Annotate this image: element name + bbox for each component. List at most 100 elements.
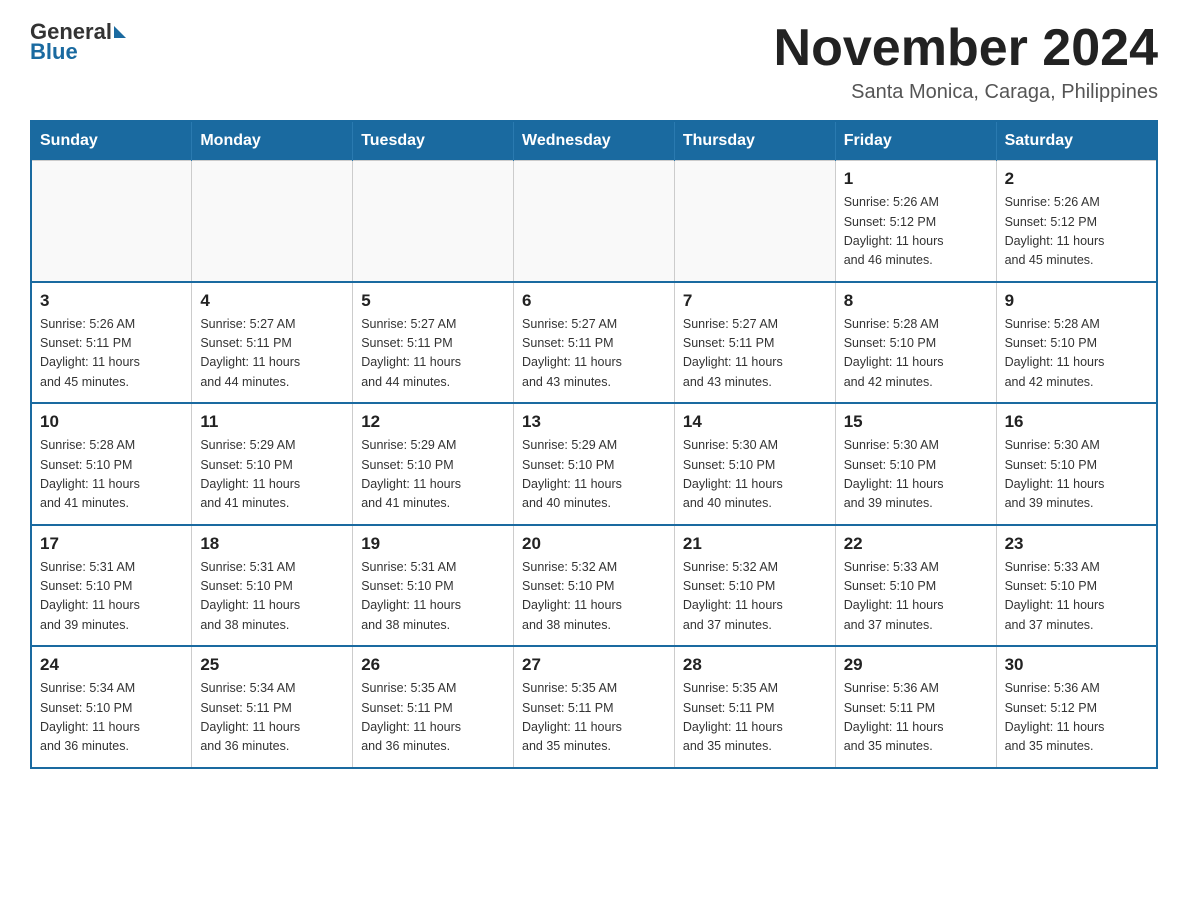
calendar-header-wednesday: Wednesday [514, 121, 675, 161]
day-number: 21 [683, 534, 827, 554]
calendar-cell: 19Sunrise: 5:31 AM Sunset: 5:10 PM Dayli… [353, 525, 514, 647]
calendar-cell: 14 Sunrise: 5:30 AM Sunset: 5:10 PM Dayli… [674, 403, 835, 525]
logo: General Blue [30, 20, 126, 64]
calendar-cell: 20Sunrise: 5:32 AM Sunset: 5:10 PM Dayli… [514, 525, 675, 647]
day-info: Sunrise: 5:26 AM Sunset: 5:12 PM Dayligh… [844, 193, 988, 271]
day-info: Sunrise: 5:34 AM Sunset: 5:10 PM Dayligh… [40, 679, 183, 757]
calendar-cell: 10 Sunrise: 5:28 AM Sunset: 5:10 PM Dayli… [31, 403, 192, 525]
day-number: 2 [1005, 169, 1148, 189]
location-subtitle: Santa Monica, Caraga, Philippines [774, 81, 1158, 104]
calendar-cell: 4 Sunrise: 5:27 AM Sunset: 5:11 PM Daylig… [192, 282, 353, 404]
calendar-cell: 28Sunrise: 5:35 AM Sunset: 5:11 PM Dayli… [674, 646, 835, 768]
calendar-cell: 22 Sunrise: 5:33 AM Sunset: 5:10 PM Dayli… [835, 525, 996, 647]
day-info: Sunrise: 5:31 AM Sunset: 5:10 PM Dayligh… [361, 558, 505, 636]
day-info: Sunrise: 5:28 AM Sunset: 5:10 PM Dayligh… [40, 436, 183, 514]
day-info: Sunrise: 5:27 AM Sunset: 5:11 PM Dayligh… [683, 315, 827, 393]
calendar-cell: 26 Sunrise: 5:35 AM Sunset: 5:11 PM Dayli… [353, 646, 514, 768]
day-info: Sunrise: 5:27 AM Sunset: 5:11 PM Dayligh… [361, 315, 505, 393]
calendar-header-saturday: Saturday [996, 121, 1157, 161]
calendar-cell: 24 Sunrise: 5:34 AM Sunset: 5:10 PM Dayli… [31, 646, 192, 768]
day-number: 7 [683, 291, 827, 311]
calendar-header-sunday: Sunday [31, 121, 192, 161]
calendar-cell: 21 Sunrise: 5:32 AM Sunset: 5:10 PM Dayli… [674, 525, 835, 647]
day-number: 1 [844, 169, 988, 189]
day-info: Sunrise: 5:26 AM Sunset: 5:11 PM Dayligh… [40, 315, 183, 393]
day-number: 6 [522, 291, 666, 311]
calendar-cell: 12Sunrise: 5:29 AM Sunset: 5:10 PM Dayli… [353, 403, 514, 525]
day-info: Sunrise: 5:35 AM Sunset: 5:11 PM Dayligh… [361, 679, 505, 757]
calendar-cell [353, 161, 514, 282]
day-info: Sunrise: 5:28 AM Sunset: 5:10 PM Dayligh… [1005, 315, 1148, 393]
day-number: 29 [844, 655, 988, 675]
calendar-week-row: 17 Sunrise: 5:31 AM Sunset: 5:10 PM Dayli… [31, 525, 1157, 647]
day-info: Sunrise: 5:29 AM Sunset: 5:10 PM Dayligh… [522, 436, 666, 514]
day-number: 26 [361, 655, 505, 675]
day-info: Sunrise: 5:27 AM Sunset: 5:11 PM Dayligh… [200, 315, 344, 393]
calendar-cell [31, 161, 192, 282]
calendar-table: SundayMondayTuesdayWednesdayThursdayFrid… [30, 120, 1158, 769]
calendar-cell: 8Sunrise: 5:28 AM Sunset: 5:10 PM Daylig… [835, 282, 996, 404]
calendar-cell: 11Sunrise: 5:29 AM Sunset: 5:10 PM Dayli… [192, 403, 353, 525]
day-number: 8 [844, 291, 988, 311]
day-number: 10 [40, 412, 183, 432]
calendar-header-friday: Friday [835, 121, 996, 161]
calendar-cell: 13 Sunrise: 5:29 AM Sunset: 5:10 PM Dayli… [514, 403, 675, 525]
day-info: Sunrise: 5:36 AM Sunset: 5:12 PM Dayligh… [1005, 679, 1148, 757]
day-number: 22 [844, 534, 988, 554]
day-number: 18 [200, 534, 344, 554]
day-number: 27 [522, 655, 666, 675]
page-header: General Blue November 2024 Santa Monica,… [30, 20, 1158, 104]
day-number: 16 [1005, 412, 1148, 432]
day-number: 4 [200, 291, 344, 311]
calendar-cell: 18 Sunrise: 5:31 AM Sunset: 5:10 PM Dayli… [192, 525, 353, 647]
day-number: 14 [683, 412, 827, 432]
day-number: 15 [844, 412, 988, 432]
calendar-header-monday: Monday [192, 121, 353, 161]
calendar-week-row: 24 Sunrise: 5:34 AM Sunset: 5:10 PM Dayli… [31, 646, 1157, 768]
calendar-cell [192, 161, 353, 282]
calendar-cell: 1 Sunrise: 5:26 AM Sunset: 5:12 PM Daylig… [835, 161, 996, 282]
day-number: 9 [1005, 291, 1148, 311]
calendar-cell: 15Sunrise: 5:30 AM Sunset: 5:10 PM Dayli… [835, 403, 996, 525]
title-block: November 2024 Santa Monica, Caraga, Phil… [774, 20, 1158, 104]
day-number: 12 [361, 412, 505, 432]
calendar-header-row: SundayMondayTuesdayWednesdayThursdayFrid… [31, 121, 1157, 161]
day-number: 25 [200, 655, 344, 675]
day-info: Sunrise: 5:31 AM Sunset: 5:10 PM Dayligh… [200, 558, 344, 636]
calendar-cell: 25Sunrise: 5:34 AM Sunset: 5:11 PM Dayli… [192, 646, 353, 768]
day-info: Sunrise: 5:30 AM Sunset: 5:10 PM Dayligh… [1005, 436, 1148, 514]
calendar-header-thursday: Thursday [674, 121, 835, 161]
day-info: Sunrise: 5:30 AM Sunset: 5:10 PM Dayligh… [683, 436, 827, 514]
day-number: 13 [522, 412, 666, 432]
calendar-cell: 7 Sunrise: 5:27 AM Sunset: 5:11 PM Daylig… [674, 282, 835, 404]
day-number: 23 [1005, 534, 1148, 554]
day-number: 3 [40, 291, 183, 311]
day-number: 24 [40, 655, 183, 675]
day-info: Sunrise: 5:31 AM Sunset: 5:10 PM Dayligh… [40, 558, 183, 636]
day-number: 30 [1005, 655, 1148, 675]
day-info: Sunrise: 5:32 AM Sunset: 5:10 PM Dayligh… [522, 558, 666, 636]
day-number: 17 [40, 534, 183, 554]
day-number: 28 [683, 655, 827, 675]
day-number: 5 [361, 291, 505, 311]
day-info: Sunrise: 5:32 AM Sunset: 5:10 PM Dayligh… [683, 558, 827, 636]
calendar-cell [674, 161, 835, 282]
day-info: Sunrise: 5:27 AM Sunset: 5:11 PM Dayligh… [522, 315, 666, 393]
calendar-cell: 16 Sunrise: 5:30 AM Sunset: 5:10 PM Dayli… [996, 403, 1157, 525]
calendar-cell: 17 Sunrise: 5:31 AM Sunset: 5:10 PM Dayli… [31, 525, 192, 647]
calendar-cell: 9 Sunrise: 5:28 AM Sunset: 5:10 PM Daylig… [996, 282, 1157, 404]
calendar-cell: 6 Sunrise: 5:27 AM Sunset: 5:11 PM Daylig… [514, 282, 675, 404]
day-info: Sunrise: 5:35 AM Sunset: 5:11 PM Dayligh… [522, 679, 666, 757]
calendar-cell: 23 Sunrise: 5:33 AM Sunset: 5:10 PM Dayli… [996, 525, 1157, 647]
calendar-cell: 29Sunrise: 5:36 AM Sunset: 5:11 PM Dayli… [835, 646, 996, 768]
calendar-week-row: 10 Sunrise: 5:28 AM Sunset: 5:10 PM Dayli… [31, 403, 1157, 525]
calendar-header-tuesday: Tuesday [353, 121, 514, 161]
calendar-week-row: 3 Sunrise: 5:26 AM Sunset: 5:11 PM Daylig… [31, 282, 1157, 404]
day-number: 11 [200, 412, 344, 432]
calendar-cell [514, 161, 675, 282]
calendar-cell: 2Sunrise: 5:26 AM Sunset: 5:12 PM Daylig… [996, 161, 1157, 282]
day-info: Sunrise: 5:33 AM Sunset: 5:10 PM Dayligh… [1005, 558, 1148, 636]
day-info: Sunrise: 5:33 AM Sunset: 5:10 PM Dayligh… [844, 558, 988, 636]
calendar-week-row: 1 Sunrise: 5:26 AM Sunset: 5:12 PM Daylig… [31, 161, 1157, 282]
logo-triangle-icon [114, 26, 126, 38]
